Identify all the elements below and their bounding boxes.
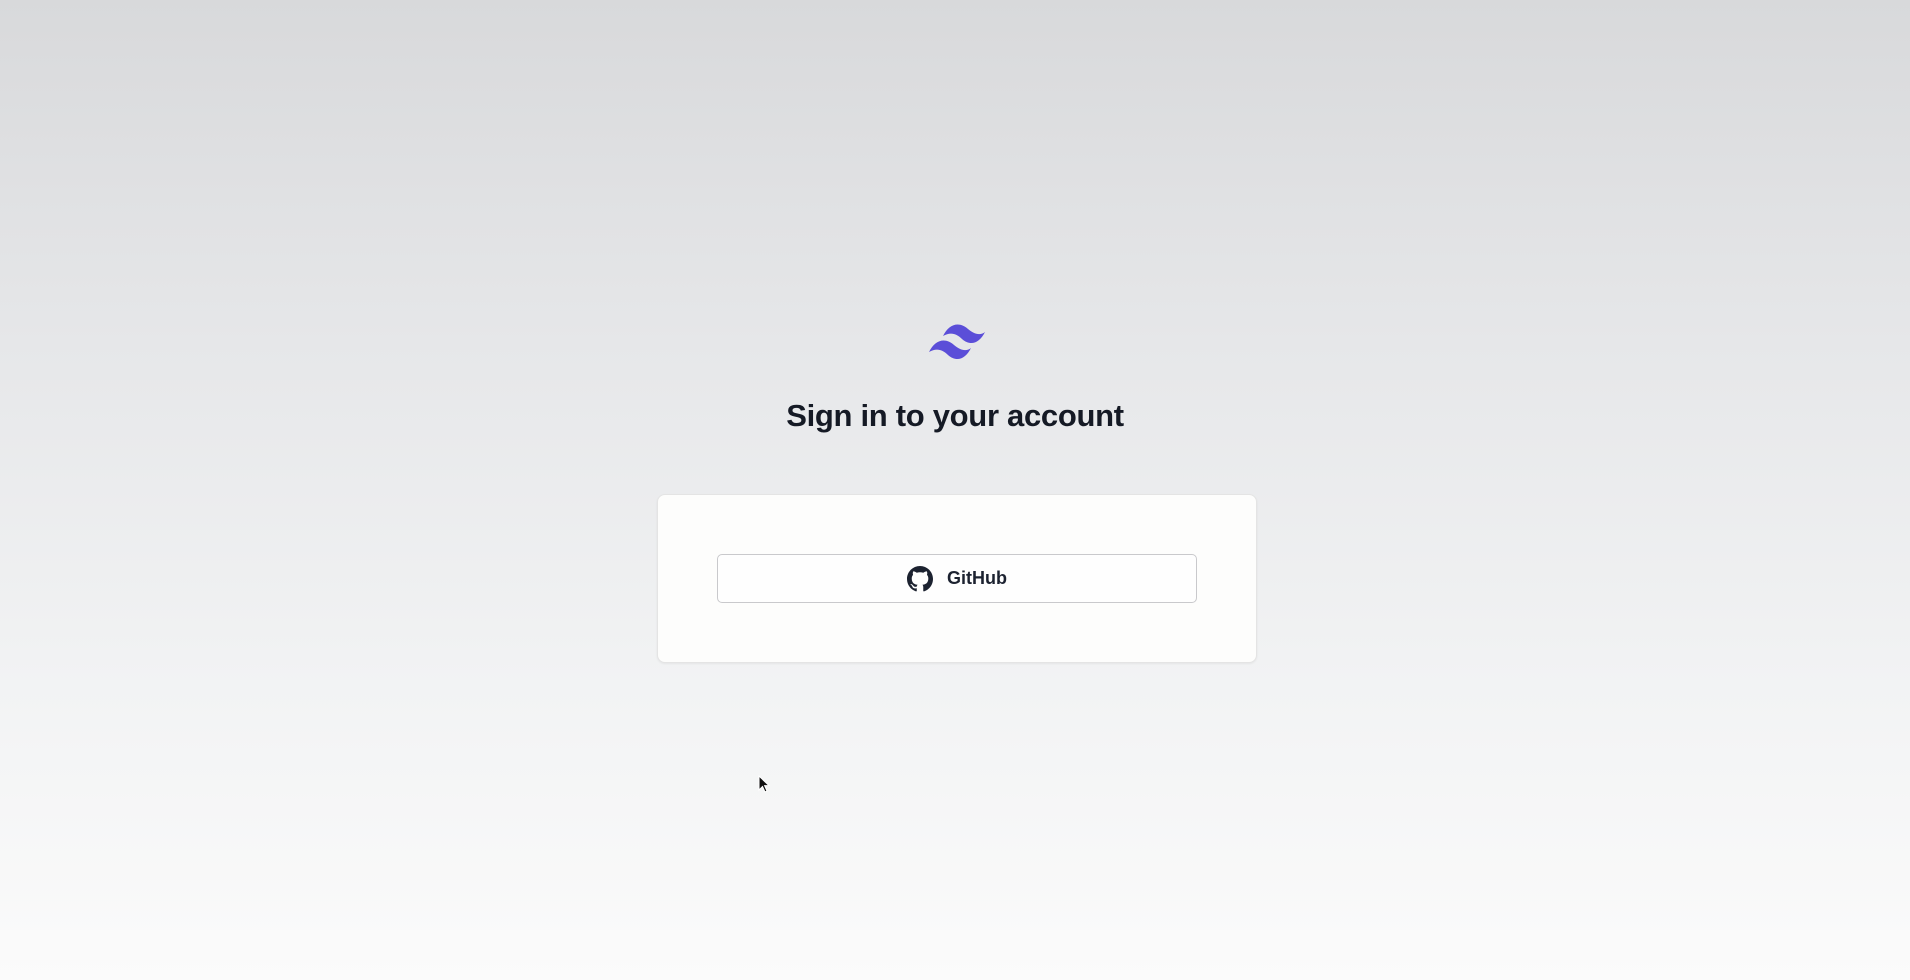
mouse-cursor-icon [758,774,771,793]
page-title: Sign in to your account [786,398,1124,433]
github-sign-in-button[interactable]: GitHub [717,554,1197,603]
github-icon [907,565,933,591]
sign-in-card: GitHub [657,494,1257,663]
tailwind-waves-icon [929,324,985,360]
logo-icon [927,322,987,362]
github-button-label: GitHub [947,568,1007,588]
